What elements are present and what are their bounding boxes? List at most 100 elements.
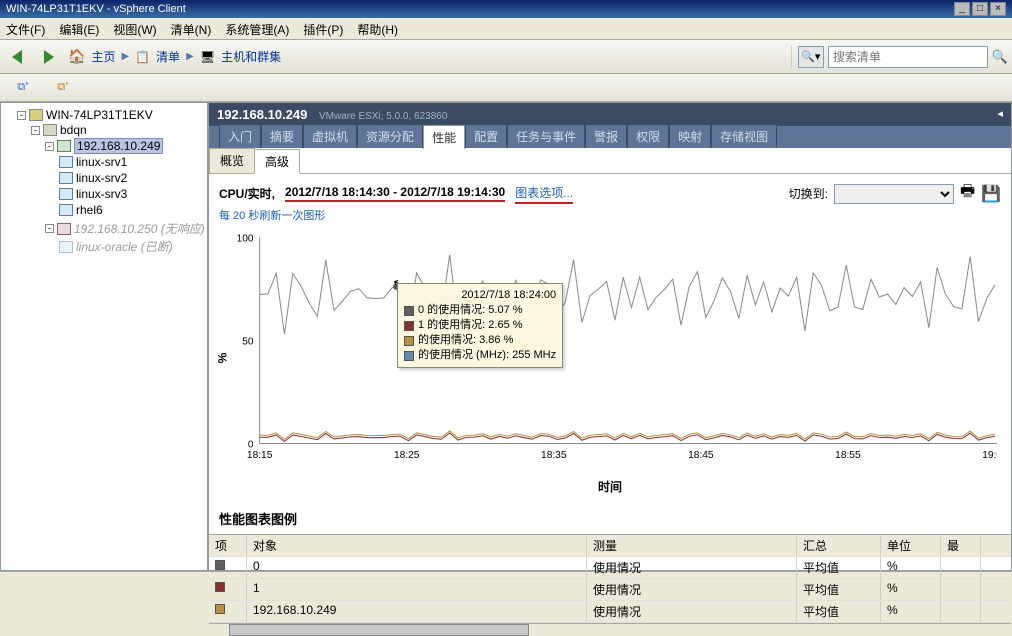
chart-options-link[interactable]: 图表选项... (515, 184, 573, 204)
tab-vms[interactable]: 虚拟机 (303, 124, 357, 148)
chart-time-range: 2012/7/18 18:14:30 - 2012/7/18 19:14:30 (285, 185, 505, 202)
vm-disconnected-icon (59, 241, 73, 253)
svg-text:50: 50 (242, 336, 254, 347)
tab-maps[interactable]: 映射 (669, 124, 711, 148)
tree-host-disconnected[interactable]: 192.168.10.250 (无响应) (74, 220, 205, 237)
search-icon[interactable]: 🔍 (992, 49, 1008, 65)
inventory-tree[interactable]: -WIN-74LP31T1EKV -bdqn -192.168.10.249 l… (0, 102, 208, 571)
legend-row[interactable]: 1使用情况平均值% (209, 579, 1011, 601)
legend-cell-measure: 使用情况 (587, 557, 797, 578)
search-scope-button[interactable]: 🔍▾ (798, 46, 824, 68)
legend-cell-latest (941, 579, 981, 600)
minimize-button[interactable]: _ (954, 2, 970, 16)
tab-strip: 入门 摘要 虚拟机 资源分配 性能 配置 任务与事件 警报 权限 映射 存储视图 (209, 126, 1011, 148)
vm-icon (59, 156, 73, 168)
tab-permissions[interactable]: 权限 (627, 124, 669, 148)
tab-tasks[interactable]: 任务与事件 (507, 124, 585, 148)
legend-cell-measure: 使用情况 (587, 579, 797, 600)
tab-resource[interactable]: 资源分配 (357, 124, 423, 148)
chart-svg: 100 50 0 18:1518:2518:3518:4518:5519:05 (223, 227, 997, 474)
legend-cell-latest (941, 557, 981, 578)
svg-text:18:25: 18:25 (394, 450, 420, 461)
tab-summary[interactable]: 摘要 (261, 124, 303, 148)
host-header-ip: 192.168.10.249 (217, 107, 307, 122)
menu-edit[interactable]: 编辑(E) (59, 21, 99, 36)
maximize-button[interactable]: □ (972, 2, 988, 16)
tree-expander[interactable]: - (17, 111, 26, 120)
breadcrumb-hosts[interactable]: 主机和群集 (221, 48, 281, 65)
new-vm-button[interactable]: ⧉⁺ (10, 75, 36, 101)
breadcrumb-home[interactable]: 主页 (91, 48, 115, 65)
legend-cell-unit: % (881, 601, 941, 622)
menu-file[interactable]: 文件(F) (6, 21, 45, 36)
legend-col-unit[interactable]: 单位 (881, 535, 941, 556)
tree-expander[interactable]: - (31, 126, 40, 135)
action-icon: ⧉⁺ (57, 81, 69, 94)
vm-icon (59, 188, 73, 200)
menu-plugins[interactable]: 插件(P) (303, 21, 343, 36)
tab-performance[interactable]: 性能 (423, 125, 465, 149)
vm-icon (59, 204, 73, 216)
switch-to-label: 切换到: (789, 185, 828, 202)
tree-vm[interactable]: linux-srv1 (76, 155, 127, 169)
tree-root[interactable]: WIN-74LP31T1EKV (46, 108, 153, 122)
horizontal-scrollbar[interactable] (209, 623, 1011, 636)
close-button[interactable]: × (990, 2, 1006, 16)
legend-cell-aggregate: 平均值 (797, 601, 881, 622)
subtab-overview[interactable]: 概览 (209, 148, 255, 173)
tree-vm[interactable]: rhel6 (76, 203, 103, 217)
new-resource-button[interactable]: ⧉⁺ (50, 75, 76, 101)
export-icon[interactable]: 💾 (981, 184, 1001, 204)
header-collapse-icon[interactable]: ◂ (997, 107, 1003, 120)
legend-cell-aggregate: 平均值 (797, 557, 881, 578)
legend-cell-object: 0 (247, 557, 587, 578)
performance-chart[interactable]: % 100 50 0 18:1518:2518:3518:4518:5519:0… (223, 227, 997, 474)
tab-alarms[interactable]: 警报 (585, 124, 627, 148)
host-header-product: VMware ESXi, 5.0.0, 623860 (311, 111, 447, 122)
tree-expander[interactable]: - (45, 142, 54, 151)
nav-forward-button[interactable] (36, 44, 62, 70)
svg-text:19:05: 19:05 (982, 450, 997, 461)
tooltip-series: 0 的使用情况: 5.07 % (418, 303, 523, 318)
vcenter-icon (29, 109, 43, 121)
home-icon: 🏠 (68, 48, 85, 65)
legend-col-aggregate[interactable]: 汇总 (797, 535, 881, 556)
legend-swatch-icon (404, 321, 414, 331)
legend-cell-latest (941, 601, 981, 622)
tree-host-selected[interactable]: 192.168.10.249 (74, 138, 163, 154)
tree-vm[interactable]: linux-srv2 (76, 171, 127, 185)
legend-col-measure[interactable]: 测量 (587, 535, 797, 556)
subtab-advanced[interactable]: 高级 (254, 149, 300, 174)
legend-swatch-icon (215, 604, 225, 614)
legend-col-key[interactable]: 项 (209, 535, 247, 556)
scrollbar-thumb[interactable] (229, 624, 529, 636)
print-icon[interactable]: 🖶 (960, 180, 975, 207)
tree-datacenter[interactable]: bdqn (60, 123, 87, 137)
breadcrumb-inventory[interactable]: 清单 (156, 48, 180, 65)
menu-view[interactable]: 视图(W) (113, 21, 156, 36)
tab-getting-started[interactable]: 入门 (219, 124, 261, 148)
legend-col-latest[interactable]: 最 (941, 535, 981, 556)
menu-inventory[interactable]: 清单(N) (171, 21, 212, 36)
legend-row[interactable]: 0使用情况平均值% (209, 557, 1011, 579)
subtab-strip: 概览 高级 (209, 148, 1011, 174)
nav-back-button[interactable] (4, 44, 30, 70)
tree-vm[interactable]: linux-srv3 (76, 187, 127, 201)
switch-to-select[interactable] (834, 184, 954, 204)
tab-storage-views[interactable]: 存储视图 (711, 124, 777, 148)
tree-expander[interactable]: - (45, 224, 54, 233)
arrow-right-icon (44, 50, 54, 64)
menu-admin[interactable]: 系统管理(A) (225, 21, 289, 36)
svg-text:100: 100 (237, 233, 254, 244)
menu-help[interactable]: 帮助(H) (357, 21, 398, 36)
legend-col-object[interactable]: 对象 (247, 535, 587, 556)
tab-config[interactable]: 配置 (465, 124, 507, 148)
legend-swatch-icon (404, 351, 414, 361)
search-input[interactable] (828, 46, 988, 68)
tree-vm-disconnected[interactable]: linux-oracle (已断) (76, 238, 173, 255)
legend-row[interactable]: 192.168.10.249使用情况平均值% (209, 601, 1011, 623)
svg-text:18:55: 18:55 (835, 450, 861, 461)
titlebar: WIN-74LP31T1EKV - vSphere Client _ □ × (0, 0, 1012, 18)
tooltip-time: 2012/7/18 18:24:00 (404, 288, 556, 303)
y-axis-label: % (215, 352, 229, 363)
